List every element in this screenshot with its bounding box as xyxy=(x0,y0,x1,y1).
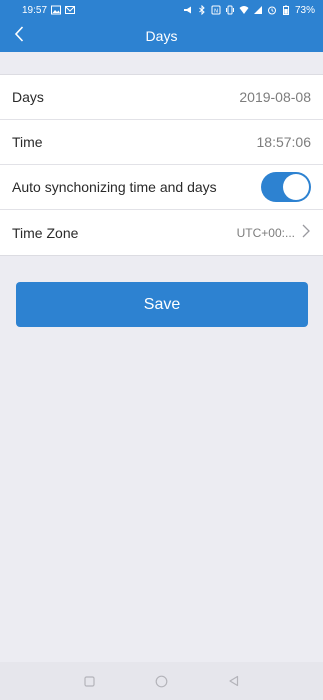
signal-icon xyxy=(253,5,263,15)
home-circle-icon[interactable] xyxy=(155,674,169,688)
system-nav-bar xyxy=(0,662,323,700)
wifi-icon xyxy=(239,5,249,15)
top-spacer xyxy=(0,52,323,74)
timezone-row[interactable]: Time Zone UTC+00:... xyxy=(0,210,323,255)
days-value: 2019-08-08 xyxy=(239,89,311,105)
time-value: 18:57:06 xyxy=(256,134,312,150)
settings-list: Days 2019-08-08 Time 18:57:06 Auto synch… xyxy=(0,74,323,256)
timezone-value: UTC+00:... xyxy=(236,225,295,240)
mail-icon xyxy=(65,5,76,15)
time-label: Time xyxy=(12,134,43,150)
save-wrap: Save xyxy=(0,256,323,327)
status-time: 19:57 xyxy=(22,4,48,16)
battery-percent: 73% xyxy=(294,4,315,16)
auto-sync-toggle[interactable] xyxy=(261,172,311,202)
alarm-icon xyxy=(267,5,277,15)
bluetooth-icon xyxy=(197,5,207,15)
chevron-right-icon xyxy=(301,223,311,242)
vibrate-icon xyxy=(225,5,235,15)
back-triangle-icon[interactable] xyxy=(227,674,241,688)
recents-square-icon[interactable] xyxy=(83,674,97,688)
back-button[interactable] xyxy=(8,24,32,48)
svg-text:N: N xyxy=(214,8,218,14)
app-bar: Days xyxy=(0,20,323,52)
days-row[interactable]: Days 2019-08-08 xyxy=(0,75,323,120)
image-icon xyxy=(51,5,62,15)
timezone-label: Time Zone xyxy=(12,224,79,241)
chevron-left-icon xyxy=(13,25,27,48)
megaphone-icon xyxy=(183,5,193,15)
toggle-knob xyxy=(283,174,309,200)
save-button[interactable]: Save xyxy=(16,282,308,327)
status-bar-left: 19:57 xyxy=(22,4,76,16)
auto-sync-label: Auto synchonizing time and days xyxy=(12,179,217,195)
auto-sync-row: Auto synchonizing time and days xyxy=(0,165,323,210)
nfc-icon: N xyxy=(211,5,221,15)
status-bar: 19:57 N 73% xyxy=(0,0,323,20)
days-label: Days xyxy=(12,89,44,105)
timezone-value-wrap: UTC+00:... xyxy=(237,223,311,242)
battery-icon xyxy=(281,5,291,15)
page-title: Days xyxy=(145,28,178,44)
time-row[interactable]: Time 18:57:06 xyxy=(0,120,323,165)
status-bar-right: N 73% xyxy=(183,5,315,16)
